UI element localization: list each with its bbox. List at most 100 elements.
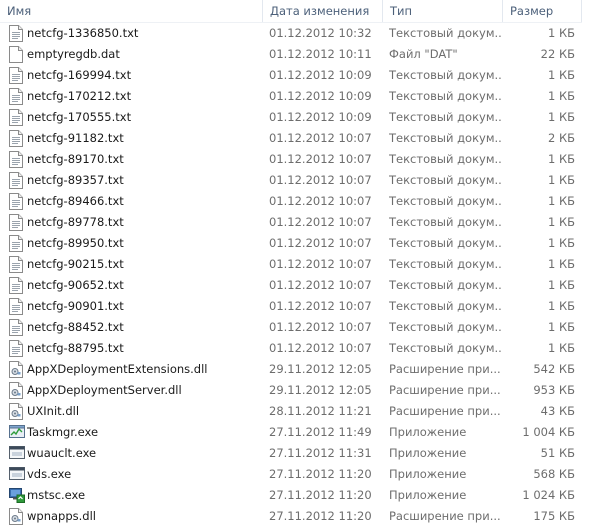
file-row[interactable]: netcfg-90215.txt 01.12.2012 10:07 Текстовы… (0, 254, 582, 275)
file-size: 953 КБ (533, 383, 575, 397)
text-file-icon (9, 130, 23, 147)
file-row[interactable]: mstsc.exe 27.11.2012 11:20 Приложение 1 024… (0, 485, 582, 506)
file-icon-cell (7, 443, 25, 464)
file-date: 01.12.2012 10:07 (269, 152, 372, 166)
file-row[interactable]: wuauclt.exe 27.11.2012 11:31 Приложение 51 … (0, 443, 582, 464)
file-size: 1 КБ (547, 152, 575, 166)
file-icon-cell (7, 422, 25, 443)
file-type: Текстовый докум... (389, 194, 501, 208)
file-name: netcfg-89778.txt (27, 215, 124, 229)
column-header-name[interactable]: Имя (0, 0, 263, 22)
file-name: netcfg-91182.txt (27, 131, 124, 145)
file-icon-cell (7, 359, 25, 380)
file-type: Приложение (389, 425, 467, 439)
file-date: 01.12.2012 10:07 (269, 299, 372, 313)
file-size: 1 КБ (547, 194, 575, 208)
file-type: Текстовый докум... (389, 257, 501, 271)
file-icon-cell (7, 254, 25, 275)
application-window-icon (9, 466, 25, 483)
file-row[interactable]: netcfg-1336850.txt 01.12.2012 10:32 Тексто… (0, 23, 582, 44)
text-file-icon (9, 298, 23, 315)
file-size: 568 КБ (533, 467, 575, 481)
file-type: Расширение при... (389, 383, 501, 397)
file-icon-cell (7, 233, 25, 254)
file-size: 175 КБ (533, 509, 575, 523)
file-icon-cell (7, 65, 25, 86)
file-row[interactable]: AppXDeploymentExtensions.dll 29.11.2012 1… (0, 359, 582, 380)
file-name: netcfg-90901.txt (27, 299, 124, 313)
file-icon-cell (7, 44, 25, 65)
file-date: 27.11.2012 11:20 (269, 488, 372, 502)
file-date: 01.12.2012 10:32 (269, 26, 372, 40)
file-name: netcfg-170212.txt (27, 89, 132, 103)
file-type: Текстовый докум... (389, 131, 501, 145)
file-row[interactable]: netcfg-89466.txt 01.12.2012 10:07 Текстовы… (0, 191, 582, 212)
file-type: Текстовый докум... (389, 110, 501, 124)
column-header-size[interactable]: Размер (503, 0, 582, 22)
file-size: 1 КБ (547, 278, 575, 292)
text-file-icon (9, 256, 23, 273)
file-name: netcfg-1336850.txt (27, 26, 139, 40)
file-row[interactable]: wpnapps.dll 27.11.2012 11:20 Расширение пр… (0, 506, 582, 527)
file-size: 1 КБ (547, 89, 575, 103)
file-row[interactable]: netcfg-89357.txt 01.12.2012 10:07 Текстовы… (0, 170, 582, 191)
file-name: vds.exe (27, 467, 72, 481)
file-type: Текстовый докум... (389, 26, 501, 40)
file-date: 28.11.2012 11:21 (269, 404, 372, 418)
file-size: 1 КБ (547, 320, 575, 334)
file-date: 01.12.2012 10:11 (269, 47, 372, 61)
file-icon-cell (7, 212, 25, 233)
file-icon-cell (7, 401, 25, 422)
file-row[interactable]: netcfg-170212.txt 01.12.2012 10:09 Текстов… (0, 86, 582, 107)
file-type: Расширение при... (389, 362, 501, 376)
file-size: 1 КБ (547, 110, 575, 124)
file-date: 01.12.2012 10:07 (269, 131, 372, 145)
file-icon-cell (7, 317, 25, 338)
file-date: 01.12.2012 10:07 (269, 320, 372, 334)
file-icon-cell (7, 86, 25, 107)
file-row[interactable]: netcfg-89170.txt 01.12.2012 10:07 Текстовы… (0, 149, 582, 170)
file-size: 2 КБ (547, 131, 575, 145)
text-file-icon (9, 319, 23, 336)
file-row[interactable]: netcfg-169994.txt 01.12.2012 10:09 Текстов… (0, 65, 582, 86)
file-row[interactable]: netcfg-88795.txt 01.12.2012 10:07 Текстовы… (0, 338, 582, 359)
file-type: Текстовый докум... (389, 320, 501, 334)
file-type: Текстовый докум... (389, 299, 501, 313)
file-type: Текстовый докум... (389, 89, 501, 103)
file-row[interactable]: AppXDeploymentServer.dll 29.11.2012 12:05… (0, 380, 582, 401)
file-name: netcfg-90215.txt (27, 257, 124, 271)
blank-file-icon (9, 46, 23, 63)
file-size: 22 КБ (540, 47, 575, 61)
file-icon-cell (7, 464, 25, 485)
file-row[interactable]: netcfg-90901.txt 01.12.2012 10:07 Текстовы… (0, 296, 582, 317)
file-row[interactable]: Taskmgr.exe 27.11.2012 11:49 Приложение 1 0… (0, 422, 582, 443)
file-name: netcfg-89950.txt (27, 236, 124, 250)
file-name: UXInit.dll (27, 404, 80, 418)
file-size: 1 004 КБ (522, 425, 575, 439)
file-date: 01.12.2012 10:09 (269, 68, 372, 82)
file-icon-cell (7, 338, 25, 359)
file-date: 27.11.2012 11:20 (269, 509, 372, 523)
file-row[interactable]: UXInit.dll 28.11.2012 11:21 Расширение при… (0, 401, 582, 422)
file-size: 542 КБ (533, 362, 575, 376)
file-list-view: Имя Дата изменения Тип Размер netcfg-133… (0, 0, 603, 528)
text-file-icon (9, 235, 23, 252)
column-header-date[interactable]: Дата изменения (263, 0, 383, 22)
file-icon-cell (7, 275, 25, 296)
file-row[interactable]: netcfg-170555.txt 01.12.2012 10:09 Текстов… (0, 107, 582, 128)
file-row[interactable]: netcfg-89778.txt 01.12.2012 10:07 Текстовы… (0, 212, 582, 233)
file-row[interactable]: netcfg-88452.txt 01.12.2012 10:07 Текстовы… (0, 317, 582, 338)
file-row[interactable]: netcfg-90652.txt 01.12.2012 10:07 Текстовы… (0, 275, 582, 296)
file-row[interactable]: netcfg-89950.txt 01.12.2012 10:07 Текстовы… (0, 233, 582, 254)
text-file-icon (9, 151, 23, 168)
file-row[interactable]: netcfg-91182.txt 01.12.2012 10:07 Текстовы… (0, 128, 582, 149)
file-date: 01.12.2012 10:09 (269, 110, 372, 124)
file-row[interactable]: vds.exe 27.11.2012 11:20 Приложение 568 КБ (0, 464, 582, 485)
column-header-type[interactable]: Тип (383, 0, 503, 22)
file-name: wpnapps.dll (27, 509, 96, 523)
file-name: wuauclt.exe (27, 446, 97, 460)
text-file-icon (9, 193, 23, 210)
file-name: netcfg-90652.txt (27, 278, 124, 292)
file-row[interactable]: emptyregdb.dat 01.12.2012 10:11 Файл "DAT"… (0, 44, 582, 65)
file-date: 01.12.2012 10:07 (269, 194, 372, 208)
